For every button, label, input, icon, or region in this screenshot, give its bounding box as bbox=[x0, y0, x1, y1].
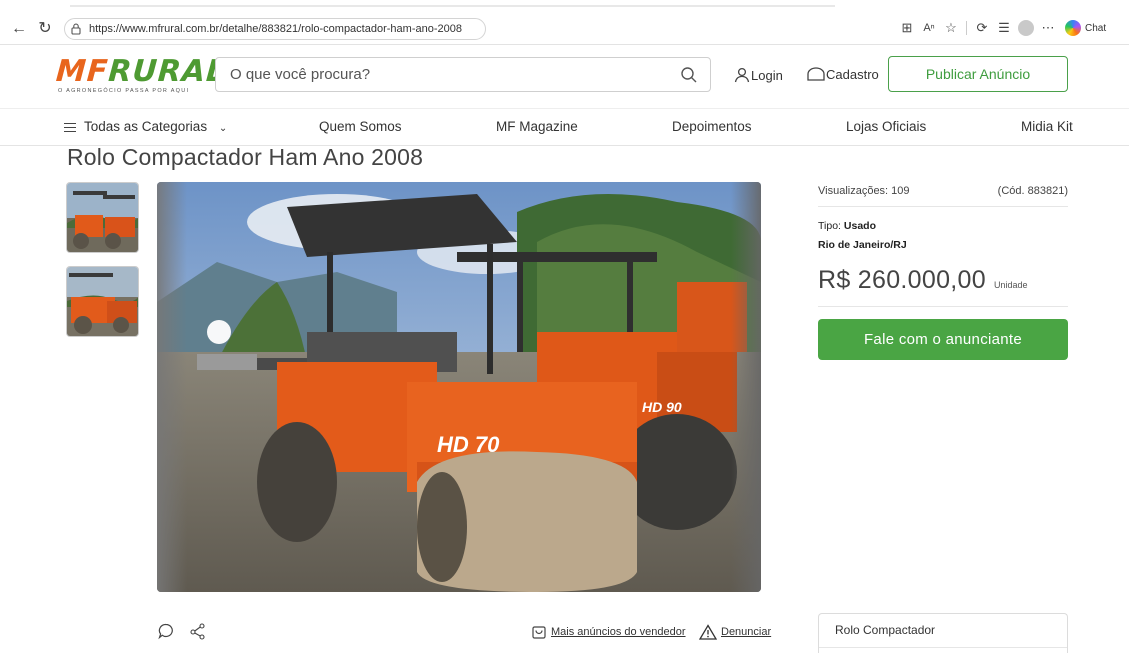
browser-toolbar: ← ↻ https://www.mfrural.com.br/detalhe/8… bbox=[0, 0, 1129, 45]
product-summary-card: Rolo Compactador bbox=[818, 613, 1068, 653]
hamburger-icon bbox=[64, 120, 76, 135]
report-label: Denunciar bbox=[721, 626, 772, 638]
comment-icon[interactable] bbox=[157, 622, 175, 640]
tab-strip bbox=[70, 5, 835, 15]
favorites-list-icon[interactable]: ☰ bbox=[993, 19, 1015, 37]
site-logo[interactable]: MFRURAL O AGRONEGÓCIO PASSA POR AQUI bbox=[54, 54, 228, 94]
ad-location: Rio de Janeiro/RJ bbox=[818, 239, 907, 251]
nav-all-categories[interactable]: Todas as Categorias ⌄ bbox=[64, 119, 227, 135]
thumbnail-2[interactable] bbox=[66, 266, 139, 337]
profile-avatar[interactable] bbox=[1015, 19, 1037, 37]
warning-icon bbox=[699, 624, 717, 640]
nav-all-categories-label: Todas as Categorias bbox=[84, 119, 208, 134]
nav-depoimentos[interactable]: Depoimentos bbox=[672, 119, 752, 134]
signup-icon bbox=[807, 67, 825, 81]
user-icon bbox=[734, 67, 750, 83]
ad-type: Tipo: Usado bbox=[818, 220, 876, 232]
browser-actions: ⊞ Aⁿ ☆ ⟳ ☰ ⋯ Chat bbox=[896, 19, 1106, 37]
signup-label: Cadastro bbox=[826, 66, 879, 82]
product-photo: HD 90 HD 70 bbox=[157, 182, 761, 592]
back-arrow-icon[interactable]: ← bbox=[10, 20, 28, 38]
read-aloud-icon[interactable]: Aⁿ bbox=[918, 19, 940, 37]
ad-type-label: Tipo: bbox=[818, 220, 841, 232]
chat-label: Chat bbox=[1085, 22, 1107, 34]
copilot-icon bbox=[1065, 20, 1081, 36]
chat-button[interactable]: Chat bbox=[1065, 20, 1106, 36]
thumbnail-image bbox=[67, 267, 138, 336]
share-actions bbox=[157, 622, 207, 640]
more-seller-ads-link[interactable]: Mais anúncios do vendedor bbox=[531, 624, 686, 640]
site-header: MFRURAL O AGRONEGÓCIO PASSA POR AQUI Log… bbox=[0, 44, 1129, 102]
views-row: Visualizações: 109 (Cód. 883821) bbox=[818, 182, 1068, 207]
favorite-star-icon[interactable]: ☆ bbox=[940, 19, 962, 37]
thumbnail-1[interactable] bbox=[66, 182, 139, 253]
login-label: Login bbox=[751, 67, 783, 83]
share-icon[interactable] bbox=[189, 622, 207, 640]
price-unit: Unidade bbox=[993, 280, 1028, 290]
store-bag-icon bbox=[532, 626, 546, 639]
search-box bbox=[215, 57, 711, 92]
chevron-down-icon: ⌄ bbox=[218, 123, 228, 134]
toolbar-divider bbox=[966, 21, 967, 35]
lock-icon bbox=[71, 23, 81, 35]
nav-mf-magazine[interactable]: MF Magazine bbox=[496, 119, 578, 134]
contact-seller-button[interactable]: Fale com o anunciante bbox=[818, 319, 1068, 360]
publish-ad-button[interactable]: Publicar Anúncio bbox=[888, 56, 1068, 92]
reload-icon[interactable]: ↻ bbox=[36, 20, 54, 38]
price: R$ 260.000,00 bbox=[818, 266, 986, 294]
login-link[interactable]: Login bbox=[733, 66, 783, 84]
hd90-label: HD 90 bbox=[642, 399, 682, 415]
search-icon[interactable] bbox=[680, 66, 698, 84]
logo-mf: MF bbox=[54, 54, 110, 89]
url-field[interactable]: https://www.mfrural.com.br/detalhe/88382… bbox=[64, 18, 486, 40]
logo-rural: RURAL bbox=[107, 54, 228, 89]
main-product-image[interactable]: HD 90 HD 70 bbox=[157, 182, 761, 592]
app-grid-icon[interactable]: ⊞ bbox=[896, 19, 918, 37]
url-text: https://www.mfrural.com.br/detalhe/88382… bbox=[89, 23, 462, 35]
nav-midia-kit[interactable]: Midia Kit bbox=[1021, 119, 1073, 134]
category-nav: Todas as Categorias ⌄ Quem Somos MF Maga… bbox=[0, 108, 1129, 146]
extensions-icon[interactable]: ⟳ bbox=[971, 19, 993, 37]
summary-card-divider bbox=[819, 647, 1067, 648]
nav-lojas-oficiais[interactable]: Lojas Oficiais bbox=[846, 119, 926, 134]
summary-card-title: Rolo Compactador bbox=[835, 623, 936, 637]
search-input[interactable] bbox=[216, 59, 680, 90]
report-link[interactable]: Denunciar bbox=[699, 624, 771, 640]
product-title: Rolo Compactador Ham Ano 2008 bbox=[67, 144, 424, 170]
hd70-label: HD 70 bbox=[437, 432, 500, 457]
nav-quem-somos[interactable]: Quem Somos bbox=[319, 119, 402, 134]
thumbnail-image bbox=[67, 183, 138, 252]
signup-link[interactable]: Cadastro bbox=[806, 66, 879, 82]
views-count: Visualizações: 109 bbox=[818, 185, 910, 197]
more-seller-ads-label: Mais anúncios do vendedor bbox=[551, 626, 686, 638]
ad-code: (Cód. 883821) bbox=[997, 185, 1068, 197]
ad-type-value: Usado bbox=[843, 220, 876, 232]
more-menu-icon[interactable]: ⋯ bbox=[1037, 19, 1059, 37]
gallery-indicator-dot[interactable] bbox=[207, 320, 231, 344]
price-row: R$ 260.000,00 Unidade bbox=[818, 266, 1068, 307]
